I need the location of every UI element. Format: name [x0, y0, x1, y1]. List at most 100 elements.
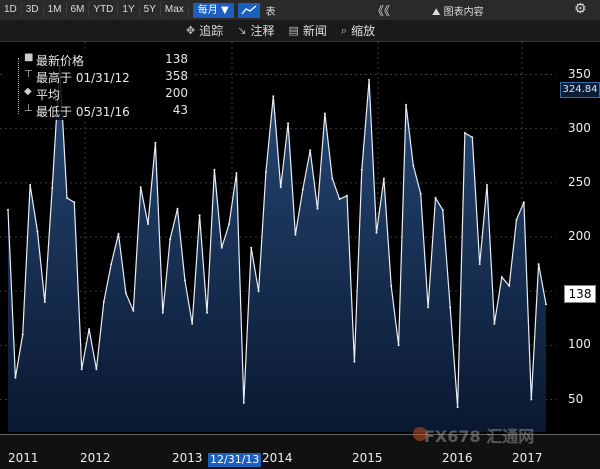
y-tick-label: 300: [568, 120, 591, 135]
data-point: [449, 306, 452, 309]
legend-label: 最低于 05/31/16: [36, 105, 130, 119]
data-point: [124, 292, 127, 295]
data-point: [14, 376, 17, 379]
data-point: [471, 136, 474, 139]
data-point: [66, 197, 68, 199]
data-point: [169, 238, 172, 241]
legend-value: 138: [165, 52, 188, 66]
data-point: [515, 218, 518, 221]
data-point: [294, 233, 297, 236]
cursor-date-label: 12/31/13: [208, 453, 262, 467]
x-tick-label: 2011: [8, 451, 39, 465]
data-point: [390, 284, 393, 287]
data-point: [368, 78, 371, 81]
data-point: [95, 368, 98, 371]
last-price-badge: 138: [564, 285, 596, 303]
data-point: [198, 214, 201, 217]
data-point: [257, 290, 260, 293]
data-point: [220, 246, 223, 249]
legend-label: 最高于 01/31/12: [36, 71, 130, 85]
data-point: [183, 279, 186, 282]
data-point: [419, 192, 422, 195]
data-point: [139, 186, 142, 189]
data-point: [228, 223, 231, 225]
data-point: [206, 311, 208, 314]
data-point: [323, 112, 326, 115]
data-point: [21, 333, 24, 336]
data-point: [522, 201, 525, 204]
data-point: [331, 177, 334, 180]
x-tick-label: 2013: [172, 451, 203, 465]
legend-row-high: ⊤ 最高于 01/31/12 358: [4, 69, 194, 85]
legend-row-last: ■ 最新价格 138: [4, 52, 194, 68]
watermark-text: FX678 汇通网: [424, 427, 535, 446]
x-tick-label: 2015: [352, 451, 383, 465]
data-point: [456, 406, 459, 409]
data-point: [43, 301, 46, 303]
high-value-badge: 324.84: [560, 82, 600, 98]
data-point: [51, 187, 54, 190]
data-point: [154, 141, 157, 144]
data-point: [242, 401, 245, 404]
data-point: [102, 301, 105, 303]
data-point: [110, 263, 113, 266]
low-marker-icon: ⊥: [24, 103, 33, 114]
data-point: [301, 188, 304, 191]
data-point: [486, 184, 488, 186]
y-tick-label: 350: [568, 66, 591, 81]
x-tick-label: 2012: [80, 451, 111, 465]
data-point: [530, 398, 533, 401]
data-point: [117, 232, 120, 235]
data-point: [412, 164, 415, 167]
data-point: [147, 223, 149, 225]
legend-value: 358: [165, 69, 188, 83]
legend-value: 200: [165, 86, 188, 100]
data-point: [405, 103, 407, 106]
last-price-icon: ■: [24, 52, 34, 63]
data-point: [397, 344, 400, 347]
y-tick-label: 200: [568, 229, 591, 243]
data-point: [353, 360, 356, 363]
chart-legend: ■ 最新价格 138 ⊤ 最高于 01/31/12 358 ◆ 平均 200 ⊥…: [4, 50, 194, 120]
y-tick-label: 100: [568, 337, 591, 352]
data-point: [441, 208, 444, 211]
data-point: [80, 368, 83, 371]
data-point: [382, 177, 385, 180]
x-tick-label: 2014: [262, 451, 293, 465]
y-tick-label: 250: [568, 174, 591, 189]
data-point: [309, 149, 312, 152]
legend-label: 最新价格: [36, 54, 85, 68]
data-point: [264, 171, 267, 173]
data-point: [29, 184, 32, 186]
data-point: [545, 303, 547, 306]
data-point: [500, 276, 503, 279]
data-point: [7, 208, 9, 211]
data-point: [36, 230, 39, 233]
data-point: [375, 231, 378, 234]
data-point: [279, 186, 282, 189]
data-point: [478, 263, 481, 266]
data-point: [463, 132, 466, 134]
data-point: [508, 284, 511, 287]
y-tick-label: 50: [568, 391, 584, 406]
x-tick-label: 2016: [442, 451, 473, 465]
data-point: [132, 309, 135, 312]
data-point: [191, 322, 194, 325]
legend-label: 平均: [36, 88, 61, 102]
legend-row-average: ◆ 平均 200: [4, 86, 194, 102]
data-point: [537, 263, 540, 266]
data-point: [316, 207, 319, 210]
data-point: [346, 194, 348, 197]
x-tick-label: 2017: [512, 451, 543, 465]
data-point: [73, 201, 76, 204]
data-point: [272, 95, 275, 98]
data-point: [88, 328, 91, 331]
data-point: [213, 168, 216, 171]
legend-row-low: ⊥ 最低于 05/31/16 43: [4, 103, 194, 119]
data-point: [176, 207, 179, 210]
data-point: [360, 168, 363, 171]
data-point: [161, 311, 164, 314]
data-point: [493, 322, 496, 325]
high-marker-icon: ⊤: [24, 69, 33, 80]
data-point: [287, 122, 290, 125]
